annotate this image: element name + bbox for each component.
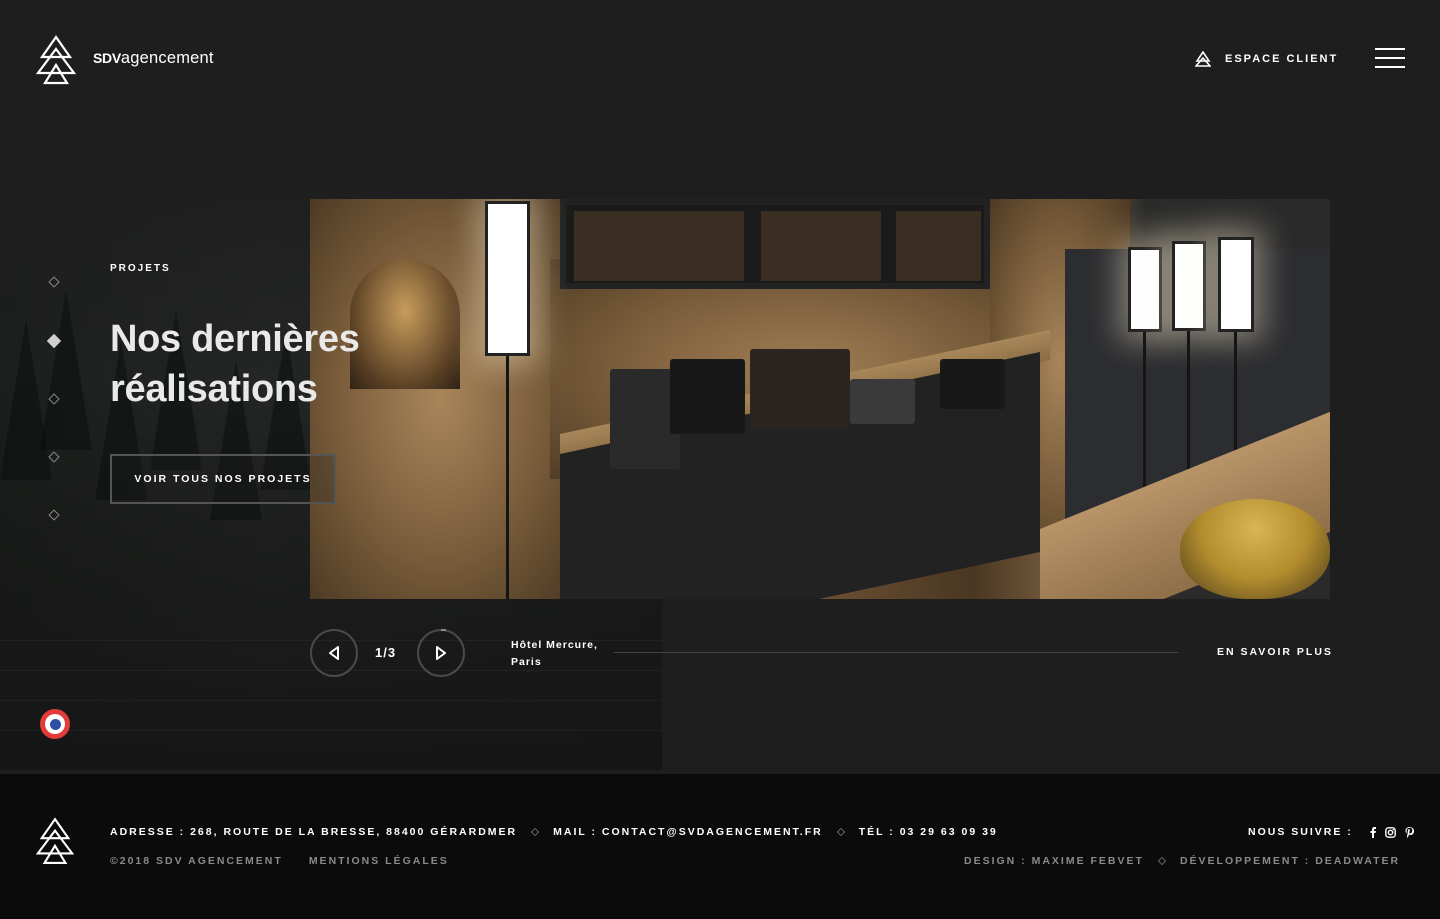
logo-wordmark: SDVagencement xyxy=(93,48,214,67)
caption-line-2: Paris xyxy=(511,656,542,668)
project-photo xyxy=(310,199,1330,599)
footer-legal-row: ©2018 SDV AGENCEMENT MENTIONS LÉGALES xyxy=(110,855,449,867)
learn-more-link[interactable]: EN SAVOIR PLUS xyxy=(1217,646,1333,658)
footer-phone[interactable]: TÉL : 03 29 63 09 39 xyxy=(859,826,998,838)
prev-slide-button[interactable] xyxy=(310,629,358,677)
separator-diamond-icon xyxy=(836,827,845,837)
caret-left-icon xyxy=(329,646,339,660)
footer-follow: NOUS SUIVRE : xyxy=(1248,826,1414,838)
footer-legal-link[interactable]: MENTIONS LÉGALES xyxy=(309,855,449,867)
design-credit-link[interactable]: DESIGN : MAXIME FEBVET xyxy=(964,855,1144,867)
footer-contact-row: ADRESSE : 268, ROUTE DE LA BRESSE, 88400… xyxy=(110,826,998,838)
caption-divider xyxy=(614,652,1178,653)
caption-line-1: Hôtel Mercure, xyxy=(511,639,598,651)
footer-copyright: ©2018 SDV AGENCEMENT xyxy=(110,855,283,867)
title-line-2: réalisations xyxy=(110,368,318,410)
separator-diamond-icon xyxy=(1157,856,1167,866)
french-roundel-language-icon[interactable] xyxy=(40,709,70,739)
site-logo[interactable]: SDVagencement xyxy=(35,35,214,87)
client-tree-icon xyxy=(1195,51,1211,67)
page-title: Nos dernières réalisations xyxy=(110,314,440,414)
title-line-1: Nos dernières xyxy=(110,318,360,360)
slide-caption: Hôtel Mercure, Paris xyxy=(511,637,598,671)
slide-counter: 1/3 xyxy=(375,645,397,660)
instagram-icon[interactable] xyxy=(1384,826,1396,838)
footer-mail-link[interactable]: MAIL : CONTACT@SVDAGENCEMENT.FR xyxy=(553,826,823,838)
facebook-icon[interactable] xyxy=(1370,826,1376,838)
separator-diamond-icon xyxy=(530,827,540,837)
client-area-link[interactable]: ESPACE CLIENT xyxy=(1195,51,1338,67)
footer-credits-row: DESIGN : MAXIME FEBVET DÉVELOPPEMENT : D… xyxy=(964,855,1400,867)
all-projects-button[interactable]: VOIR TOUS NOS PROJETS xyxy=(110,454,336,504)
client-area-label: ESPACE CLIENT xyxy=(1225,53,1339,65)
footer-tree-logo-icon xyxy=(35,817,75,864)
pinterest-icon[interactable] xyxy=(1405,826,1414,838)
footer: ADRESSE : 268, ROUTE DE LA BRESSE, 88400… xyxy=(0,774,1440,919)
caret-right-icon xyxy=(436,646,446,660)
section-kicker: PROJETS xyxy=(110,263,171,274)
menu-hamburger-button[interactable] xyxy=(1375,48,1405,70)
footer-address: ADRESSE : 268, ROUTE DE LA BRESSE, 88400… xyxy=(110,826,518,838)
follow-label: NOUS SUIVRE : xyxy=(1248,826,1353,838)
slide-progress-tick xyxy=(441,629,446,631)
tree-logo-icon xyxy=(35,35,77,85)
next-slide-button[interactable] xyxy=(417,629,465,677)
dev-credit-link[interactable]: DÉVELOPPEMENT : DEADWATER xyxy=(1180,855,1400,867)
